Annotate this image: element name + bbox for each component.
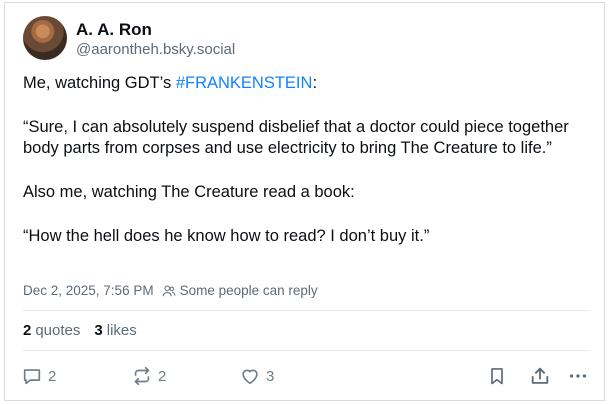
likes-stat[interactable]: 3 likes xyxy=(94,322,136,339)
repost-count: 2 xyxy=(158,367,167,385)
post-paragraph-2: “Sure, I can absolutely suspend disbelie… xyxy=(23,118,569,157)
reply-button[interactable]: 2 xyxy=(21,365,56,387)
post-meta: Dec 2, 2025, 7:56 PM Some people can rep… xyxy=(23,283,318,298)
post-paragraph-3: Also me, watching The Creature read a bo… xyxy=(23,183,355,201)
quotes-stat[interactable]: 2 quotes xyxy=(23,322,80,339)
bookmark-button[interactable] xyxy=(487,365,512,387)
post-line-1-prefix: Me, watching GDT’s xyxy=(23,74,176,92)
people-icon xyxy=(162,285,176,296)
action-bar: 2 2 3 xyxy=(21,365,591,389)
reply-setting-label: Some people can reply xyxy=(179,283,318,298)
reply-setting: Some people can reply xyxy=(162,283,318,298)
reply-count: 2 xyxy=(48,367,57,385)
repost-arrows-icon xyxy=(134,366,150,386)
likes-label: likes xyxy=(106,322,137,339)
divider-top xyxy=(23,310,590,311)
speech-bubble-icon xyxy=(23,369,41,385)
more-options-button[interactable] xyxy=(567,365,594,387)
ellipsis-icon xyxy=(569,374,587,378)
repost-button[interactable]: 2 xyxy=(131,365,166,387)
post-line-1-suffix: : xyxy=(312,74,318,92)
divider-bottom xyxy=(23,350,590,351)
bookmark-icon xyxy=(491,368,503,385)
quotes-label: quotes xyxy=(35,322,81,339)
quotes-count: 2 xyxy=(23,322,32,339)
hashtag-link[interactable]: #FRANKENSTEIN xyxy=(176,74,313,92)
post-timestamp[interactable]: Dec 2, 2025, 7:56 PM xyxy=(23,283,154,298)
post-line-1: Me, watching GDT’s #FRANKENSTEIN: xyxy=(23,73,588,94)
avatar[interactable] xyxy=(23,16,67,60)
share-upload-icon xyxy=(531,367,549,384)
author-handle[interactable]: @aarontheh.bsky.social xyxy=(76,41,235,58)
like-count: 3 xyxy=(266,367,275,385)
engagement-stats: 2 quotes 3 likes xyxy=(23,322,137,339)
post-body: Me, watching GDT’s #FRANKENSTEIN: “Sure,… xyxy=(23,73,588,247)
post-card[interactable]: A. A. Ron @aarontheh.bsky.social Me, wat… xyxy=(4,2,605,401)
like-button[interactable]: 3 xyxy=(239,365,274,387)
likes-count: 3 xyxy=(94,322,103,339)
heart-icon xyxy=(242,369,258,385)
post-paragraph-4: “How the hell does he know how to read? … xyxy=(23,227,430,245)
author-display-name[interactable]: A. A. Ron xyxy=(76,20,152,40)
share-button[interactable] xyxy=(529,365,556,387)
